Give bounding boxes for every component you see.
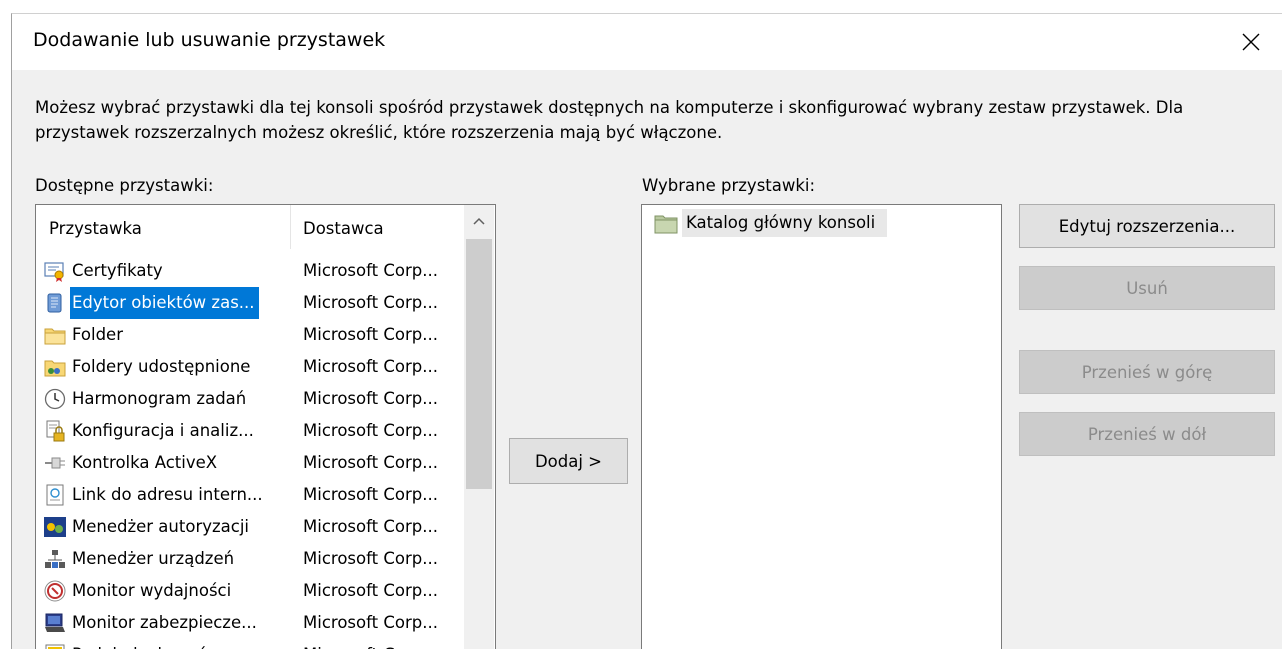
list-item[interactable]: Folder Microsoft Corp... (36, 319, 464, 351)
list-item[interactable]: Monitor zabezpiecze... Microsoft Corp... (36, 607, 464, 639)
activex-icon (45, 457, 65, 469)
web-link-icon (46, 484, 64, 506)
snapin-vendor: Microsoft Corp... (303, 325, 438, 344)
selected-snapins-label: Wybrane przystawki: (642, 176, 816, 195)
snapin-vendor: Microsoft Corp... (303, 517, 438, 536)
column-header-vendor[interactable]: Dostawca (303, 219, 384, 238)
column-header-snapin[interactable]: Przystawka (49, 219, 142, 238)
available-snapins-label: Dostępne przystawki: (35, 176, 214, 195)
list-item[interactable]: Link do adresu intern... Microsoft Corp.… (36, 479, 464, 511)
snapin-vendor: Microsoft Corp... (303, 549, 438, 568)
vertical-scrollbar[interactable] (464, 205, 494, 649)
snapin-name: Monitor wydajności (72, 581, 232, 600)
device-manager-icon (45, 550, 65, 568)
event-viewer-icon (45, 644, 65, 649)
snapin-vendor: Microsoft Corp... (303, 485, 438, 504)
list-item[interactable]: Monitor wydajności Microsoft Corp... (36, 575, 464, 607)
list-item[interactable]: Kontrolka ActiveX Microsoft Corp... (36, 447, 464, 479)
snapin-vendor: Microsoft Corp... (303, 293, 438, 312)
list-item[interactable]: Katalog główny konsoli (654, 209, 888, 237)
selected-snapins-list[interactable]: Katalog główny konsoli (641, 204, 1002, 649)
dialog-title: Dodawanie lub usuwanie przystawek (33, 29, 386, 51)
list-column-header: Przystawka Dostawca (36, 205, 464, 249)
title-bar: Dodawanie lub usuwanie przystawek (12, 14, 1282, 70)
list-item[interactable]: Certyfikaty Microsoft Corp... (36, 255, 464, 287)
shared-folder-icon (44, 360, 66, 377)
snapin-name: Certyfikaty (72, 261, 163, 280)
snapin-name: Edytor obiektów zas... (70, 287, 259, 319)
snapin-name: Konfiguracja i analiz... (72, 421, 254, 440)
snapin-vendor: Microsoft Corp... (303, 453, 438, 472)
list-item[interactable]: Harmonogram zadań Microsoft Corp... (36, 383, 464, 415)
snapin-name: Menedżer urządzeń (72, 549, 235, 568)
move-up-button[interactable]: Przenieś w górę (1019, 350, 1275, 394)
remove-button[interactable]: Usuń (1019, 266, 1275, 310)
snapin-vendor: Microsoft Corp... (303, 613, 438, 632)
selected-snapin-name: Katalog główny konsoli (682, 209, 888, 237)
snapin-name: Folder (72, 325, 123, 344)
folder-icon (44, 328, 66, 345)
security-config-icon (46, 420, 65, 442)
snapin-vendor: Microsoft Corp... (303, 357, 438, 376)
snapin-name: Monitor zabezpiecze... (72, 613, 257, 632)
security-monitor-icon (45, 613, 65, 632)
close-icon (1242, 33, 1260, 51)
snapin-name: Menedżer autoryzacji (72, 517, 250, 536)
scrollbar-thumb[interactable] (466, 239, 492, 489)
authorization-icon (44, 517, 66, 537)
list-item[interactable]: Foldery udostępnione Microsoft Corp... (36, 351, 464, 383)
clock-icon (44, 388, 66, 410)
snapin-name: Link do adresu intern... (72, 485, 263, 504)
chevron-up-icon (473, 217, 485, 225)
performance-icon (44, 580, 66, 602)
scroll-up-button[interactable] (464, 205, 494, 237)
certificate-icon (44, 262, 64, 282)
list-item[interactable]: Menedżer urządzeń Microsoft Corp... (36, 543, 464, 575)
dialog-description: Możesz wybrać przystawki dla tej konsoli… (35, 98, 1184, 142)
list-item-selected[interactable]: Edytor obiektów zas... Microsoft Corp... (36, 287, 464, 319)
available-snapins-list[interactable]: Przystawka Dostawca Certyfikaty Microsof… (35, 204, 496, 649)
snapin-vendor: Microsoft Corp... (303, 261, 438, 280)
snapin-name: Harmonogram zadań (72, 389, 247, 408)
snapin-name: Kontrolka ActiveX (72, 453, 218, 472)
snapin-vendor: Microsoft Corp... (303, 389, 438, 408)
add-remove-snapins-dialog: Dodawanie lub usuwanie przystawek Możesz… (11, 13, 1282, 649)
close-button[interactable] (1228, 20, 1274, 64)
move-down-button[interactable]: Przenieś w dół (1019, 412, 1275, 456)
snapin-vendor: Microsoft Corp... (303, 421, 438, 440)
console-root-icon (654, 215, 678, 234)
snapin-name: Foldery udostępnione (72, 357, 251, 376)
policy-scroll-icon (47, 293, 62, 313)
list-item[interactable]: Konfiguracja i analiz... Microsoft Corp.… (36, 415, 464, 447)
snapin-vendor: Microsoft Corp... (303, 581, 438, 600)
list-item[interactable]: Menedżer autoryzacji Microsoft Corp... (36, 511, 464, 543)
add-button[interactable]: Dodaj > (509, 438, 628, 484)
edit-extensions-button[interactable]: Edytuj rozszerzenia... (1019, 204, 1275, 248)
column-divider[interactable] (290, 205, 291, 249)
